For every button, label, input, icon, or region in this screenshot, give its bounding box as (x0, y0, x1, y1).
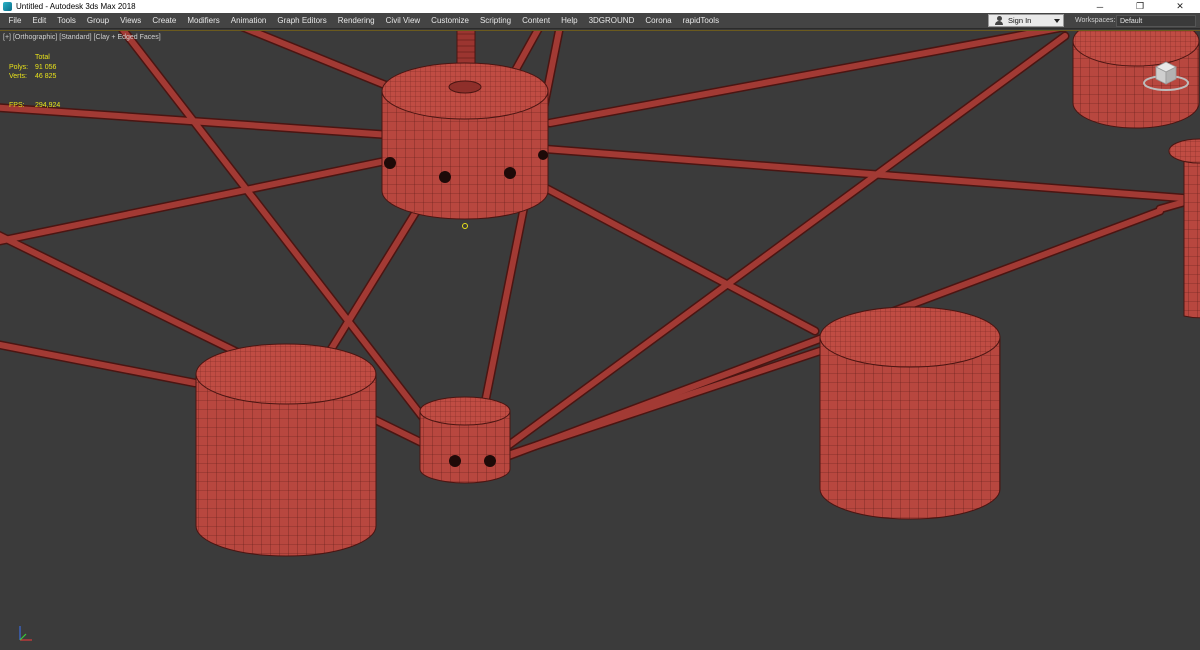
stats-fps-row: FPS: 294,924 (9, 101, 60, 111)
stats-fps-label: FPS: (9, 101, 25, 109)
stats-verts-value: 46 825 (35, 73, 57, 80)
menu-list: File Edit Tools Group Views Create Modifiers An… (0, 13, 725, 29)
stats-verts-label: Verts: (9, 73, 27, 80)
menu-item-customize[interactable]: Customize (426, 13, 475, 29)
minimize-button[interactable]: ─ (1080, 0, 1120, 13)
menu-bar: File Edit Tools Group Views Create Modifiers An… (0, 13, 1200, 29)
window-title: Untitled - Autodesk 3ds Max 2018 (16, 2, 136, 11)
menu-item-animation[interactable]: Animation (225, 13, 272, 29)
perspective-viewport[interactable]: [+] [Orthographic] [Standard] [Clay + Ed… (0, 30, 1200, 650)
small-hub-cylinder (419, 396, 511, 484)
window-controls: ─ ❐ ✕ (1080, 0, 1200, 13)
close-button[interactable]: ✕ (1160, 0, 1200, 13)
right-edge-cylinder (1168, 138, 1200, 319)
menu-item-scripting[interactable]: Scripting (474, 13, 516, 29)
menu-item-civil-view[interactable]: Civil View (380, 13, 426, 29)
title-bar: Untitled - Autodesk 3ds Max 2018 ─ ❐ ✕ (0, 0, 1200, 13)
viewport-standard[interactable]: [Standard] (59, 34, 91, 41)
chevron-down-icon (1054, 19, 1060, 23)
viewport-menu-plus[interactable]: [+] (3, 34, 11, 41)
menu-item-group[interactable]: Group (81, 13, 114, 29)
stats-polys-value: 91 056 (35, 63, 57, 71)
stats-verts-row: Verts: 46 825 (9, 72, 60, 82)
menu-item-edit[interactable]: Edit (27, 13, 52, 29)
restore-button[interactable]: ❐ (1120, 0, 1160, 13)
menu-item-help[interactable]: Help (556, 13, 583, 29)
menu-item-corona[interactable]: Corona (640, 13, 677, 29)
menu-item-tools[interactable]: Tools (52, 13, 82, 29)
menu-item-create[interactable]: Create (147, 13, 182, 29)
axis-tripod-icon (19, 626, 32, 641)
menu-item-modifiers[interactable]: Modifiers (182, 13, 225, 29)
viewport-label: [+] [Orthographic] [Standard] [Clay + Ed… (3, 34, 161, 41)
workspaces-select[interactable]: Default (1116, 15, 1196, 27)
menu-item-graph-editors[interactable]: Graph Editors (272, 13, 332, 29)
scene-render (0, 31, 1200, 557)
viewport-view-type[interactable]: [Orthographic] (13, 34, 57, 41)
stats-polys-row: Polys: 91 056 (9, 63, 60, 73)
sign-in-label: Sign In (1008, 16, 1032, 25)
3dsmax-app-icon[interactable] (3, 2, 12, 11)
left-weight-cylinder (195, 343, 377, 557)
sign-in-dropdown[interactable]: Sign In (988, 14, 1064, 27)
viewport-shading[interactable]: [Clay + Edged Faces] (94, 34, 161, 41)
right-weight-cylinder (819, 306, 1001, 520)
viewcube-icon[interactable] (1140, 51, 1192, 95)
stats-polys-label: Polys: (9, 63, 29, 71)
menu-item-views[interactable]: Views (115, 13, 147, 29)
workspaces-label: Workspaces: (1075, 17, 1116, 24)
menu-item-3dground[interactable]: 3DGROUND (583, 13, 640, 29)
rod-group (0, 31, 1200, 468)
scene-statistics: Total Polys: 91 056 Verts: 46 825 FPS: 2… (9, 53, 60, 110)
menu-item-file[interactable]: File (3, 13, 27, 29)
user-icon (994, 15, 1004, 26)
menu-item-rendering[interactable]: Rendering (332, 13, 380, 29)
stats-total-label: Total (35, 54, 50, 61)
menu-item-content[interactable]: Content (517, 13, 556, 29)
menu-item-rapidtools[interactable]: rapidTools (677, 13, 724, 29)
stats-fps-value: 294,924 (35, 101, 61, 109)
